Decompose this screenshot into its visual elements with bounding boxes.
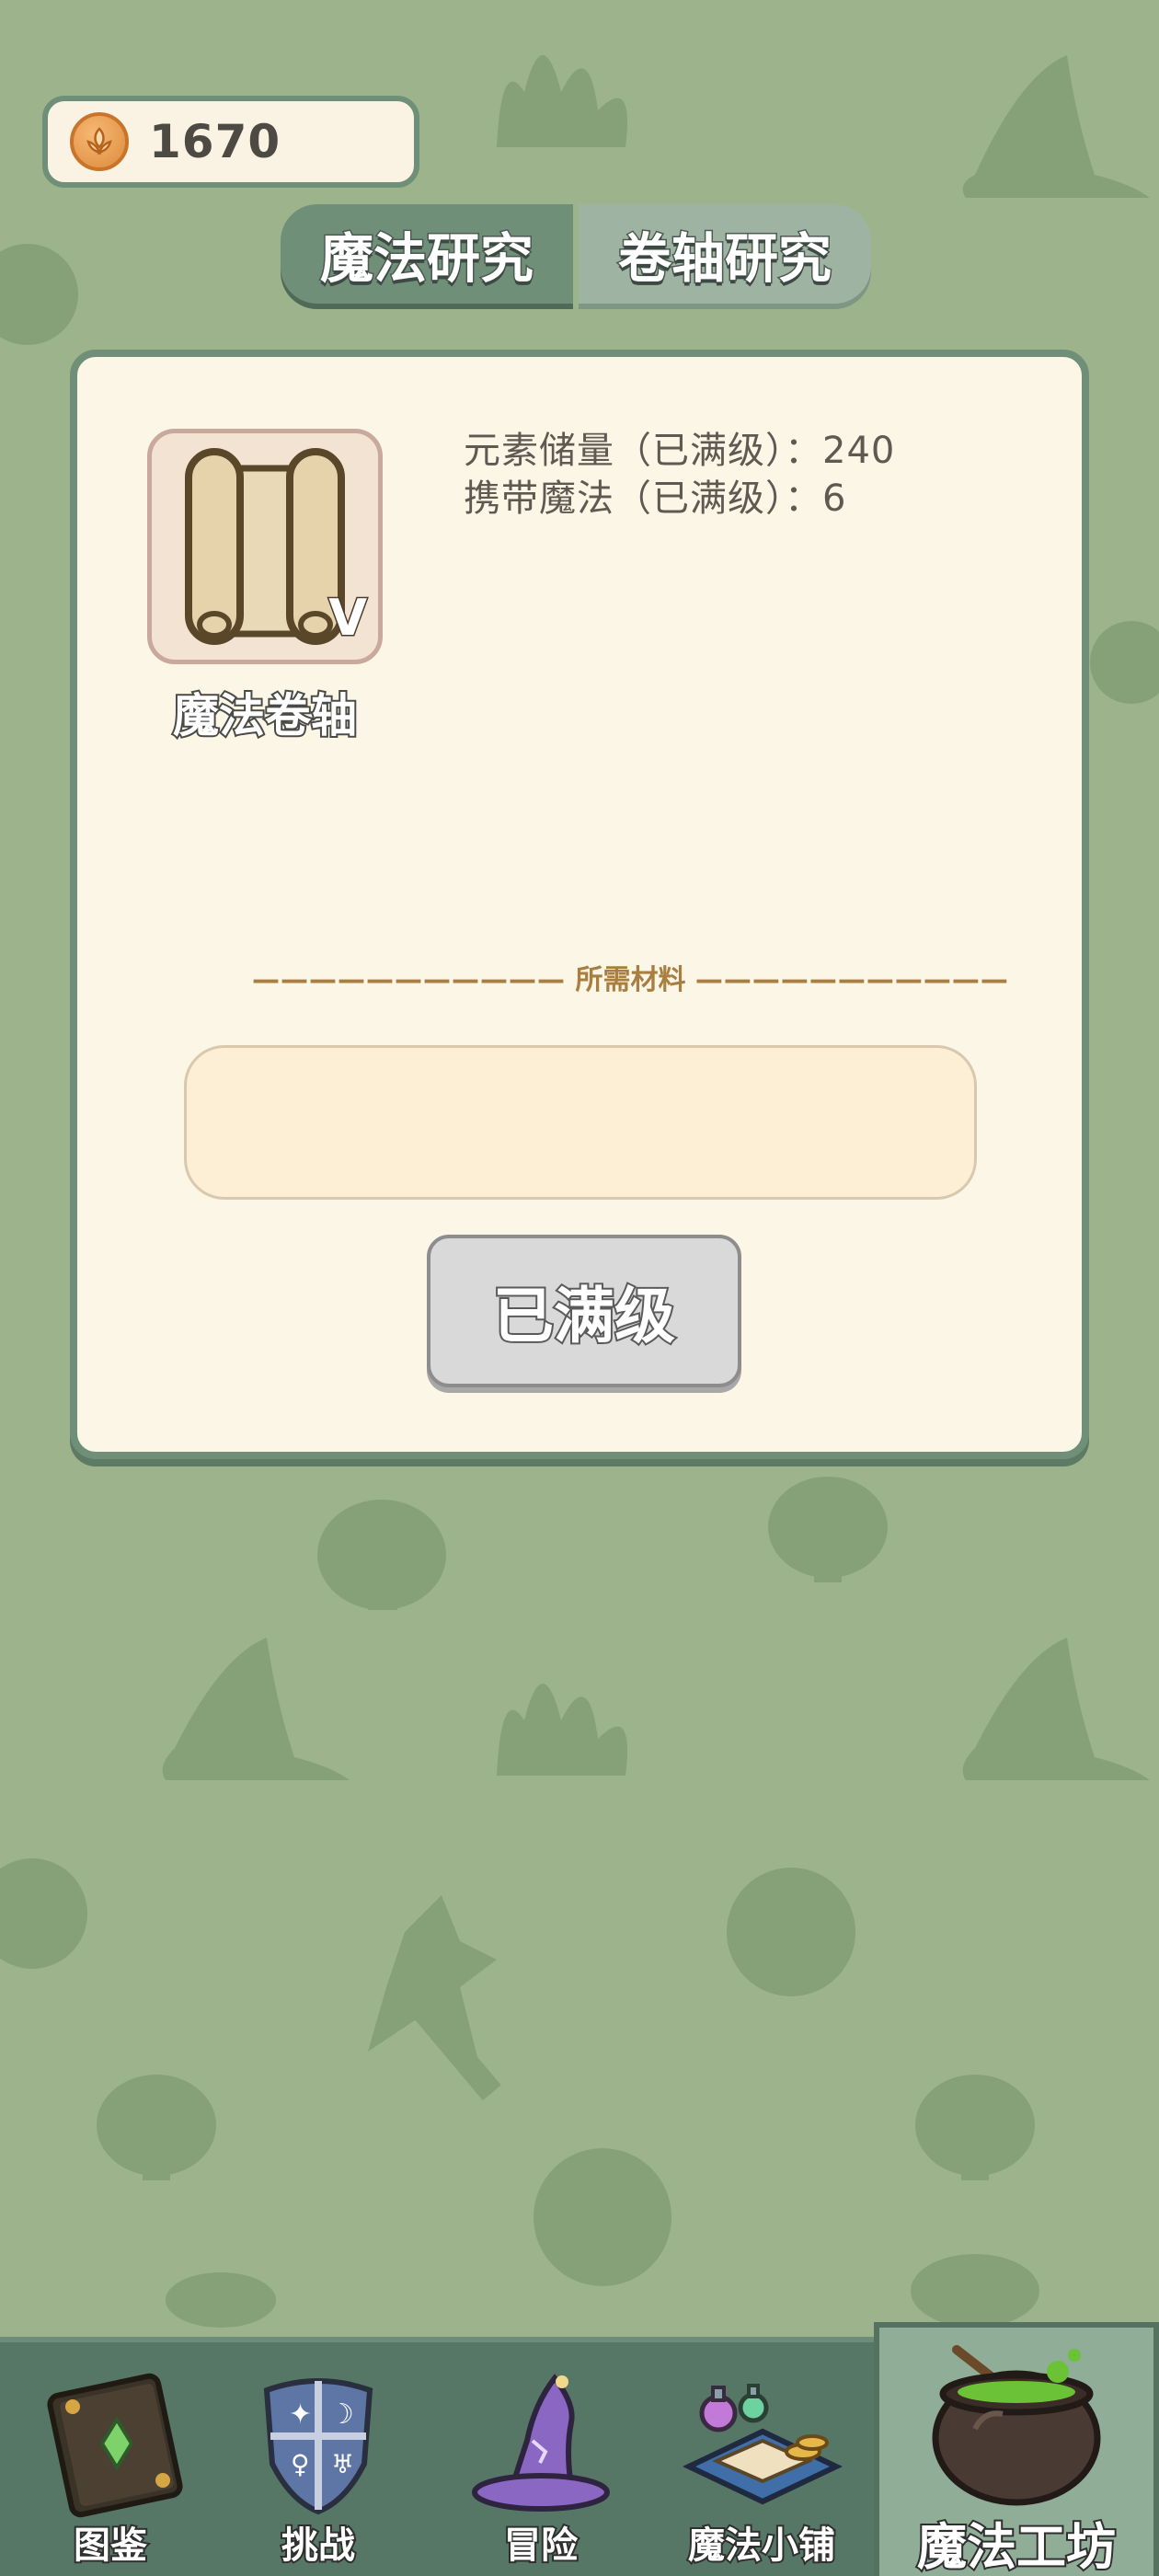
flower-silhouette — [1090, 621, 1159, 704]
tab-magic-research[interactable]: 魔法研究 — [281, 204, 573, 304]
tab-scroll-research[interactable]: 卷轴研究 — [579, 204, 871, 304]
stat-carried-magic: 携带魔法（已满级）：6 — [464, 477, 847, 520]
currency-amount: 1670 — [149, 115, 281, 168]
shield-icon: ✦ ☽ ♀ ♅ — [208, 2363, 429, 2528]
upgrade-button-disabled[interactable]: 已满级 — [427, 1235, 741, 1387]
mushroom-silhouette — [814, 1527, 842, 1582]
hat-silhouette — [962, 1638, 1150, 1780]
svg-text:♀: ♀ — [291, 2449, 310, 2479]
hat-silhouette — [962, 55, 1150, 198]
nav-label-codex: 图鉴 — [72, 2523, 149, 2569]
book-icon — [0, 2363, 221, 2528]
nav-item-codex[interactable]: 图鉴 — [0, 2342, 221, 2576]
item-name: 魔法卷轴 — [171, 687, 359, 744]
currency-display: 1670 — [42, 96, 419, 188]
wheat-coin-icon — [70, 112, 129, 171]
research-tabs: 魔法研究 卷轴研究 — [281, 204, 871, 304]
nav-label-adventure: 冒险 — [502, 2523, 580, 2569]
wizard-hat-icon — [430, 2363, 651, 2528]
nav-item-magic-workshop[interactable]: 魔法工坊 — [874, 2322, 1159, 2576]
materials-header: ——————————— 所需材料 ——————————— — [252, 957, 1008, 997]
flower-silhouette — [0, 1858, 87, 1969]
nav-label-magic-shop: 魔法小铺 — [686, 2523, 837, 2569]
item-level-badge: V — [327, 588, 369, 649]
mushroom-silhouette — [166, 2272, 276, 2328]
mushroom-silhouette — [961, 2125, 989, 2180]
nav-label-magic-workshop: 魔法工坊 — [915, 2516, 1118, 2576]
nav-item-magic-shop[interactable]: 魔法小铺 — [651, 2342, 872, 2576]
cauldron-icon — [874, 2337, 1159, 2512]
nav-item-adventure[interactable]: 冒险 — [430, 2342, 651, 2576]
materials-title: 所需材料 — [575, 964, 686, 996]
svg-text:☽: ☽ — [329, 2398, 354, 2431]
divider-right: ——————————— — [694, 964, 1009, 996]
stat-element-capacity: 元素储量（已满级）：240 — [464, 430, 896, 472]
nav-item-challenge[interactable]: ✦ ☽ ♀ ♅ 挑战 — [208, 2342, 429, 2576]
mushroom-silhouette — [911, 2254, 1039, 2328]
divider-left: ——————————— — [252, 964, 566, 996]
item-stats: 元素储量（已满级）：240 携带魔法（已满级）：6 — [464, 427, 895, 523]
grass-silhouette — [497, 1684, 627, 1776]
nav-label-challenge: 挑战 — [280, 2523, 357, 2569]
flower-silhouette — [727, 1868, 855, 1996]
flower-silhouette — [534, 2148, 671, 2286]
mushroom-silhouette — [143, 2125, 170, 2180]
svg-text:✦: ✦ — [289, 2398, 312, 2431]
svg-text:♅: ♅ — [331, 2449, 354, 2479]
shop-potions-icon — [651, 2363, 872, 2528]
grass-silhouette — [497, 55, 627, 147]
item-slot[interactable]: V — [147, 429, 383, 664]
research-panel: V 魔法卷轴 元素储量（已满级）：240 携带魔法（已满级）：6 ———————… — [70, 350, 1089, 1459]
materials-list — [184, 1045, 977, 1200]
flower-silhouette — [0, 244, 78, 345]
hat-silhouette — [162, 1638, 350, 1780]
mushroom-silhouette — [368, 1555, 397, 1610]
